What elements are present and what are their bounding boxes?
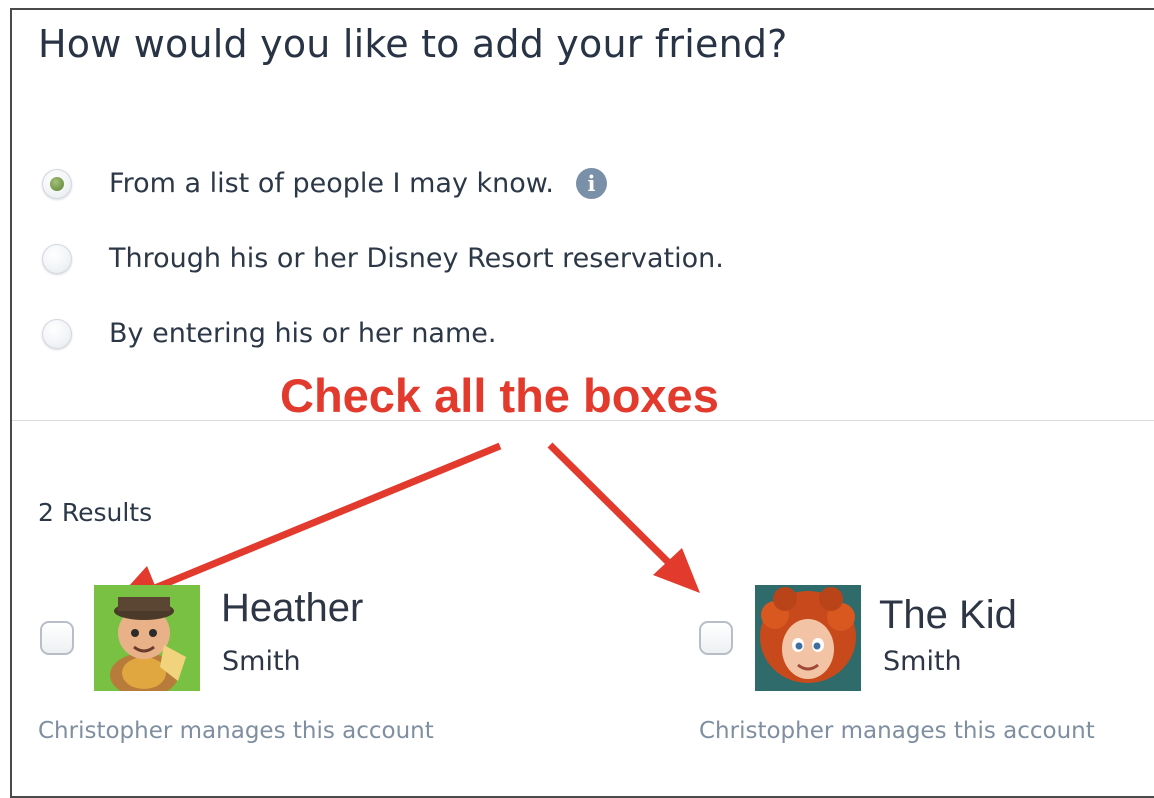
- option-label: By entering his or her name.: [109, 318, 497, 349]
- avatar-explorer-icon: [94, 585, 200, 691]
- avatar-redhead-icon: [755, 585, 861, 691]
- avatar: [94, 585, 200, 691]
- info-icon[interactable]: i: [575, 168, 607, 199]
- annotation-text: Check all the boxes: [280, 369, 719, 422]
- option-people-i-may-know[interactable]: From a list of people I may know. i: [42, 168, 607, 199]
- results-count: 2 Results: [38, 498, 153, 527]
- radio-selected[interactable]: [42, 168, 72, 199]
- avatar: [755, 585, 861, 691]
- option-label: Through his or her Disney Resort reserva…: [109, 243, 724, 274]
- result-first-name[interactable]: Heather: [221, 586, 363, 631]
- manager-note: Christopher manages this account: [38, 718, 434, 744]
- option-label: From a list of people I may know.: [109, 168, 554, 199]
- option-resort-reservation[interactable]: Through his or her Disney Resort reserva…: [42, 243, 724, 274]
- result-first-name[interactable]: The Kid: [879, 593, 1017, 638]
- option-enter-name[interactable]: By entering his or her name.: [42, 318, 496, 349]
- manager-note: Christopher manages this account: [699, 718, 1095, 744]
- select-checkbox[interactable]: [699, 621, 733, 655]
- radio-unselected[interactable]: [42, 318, 72, 349]
- radio-unselected[interactable]: [42, 243, 72, 274]
- dialog-title: How would you like to add your friend?: [38, 22, 788, 66]
- select-checkbox[interactable]: [40, 621, 74, 655]
- result-last-name: Smith: [222, 646, 301, 677]
- result-last-name: Smith: [883, 646, 962, 677]
